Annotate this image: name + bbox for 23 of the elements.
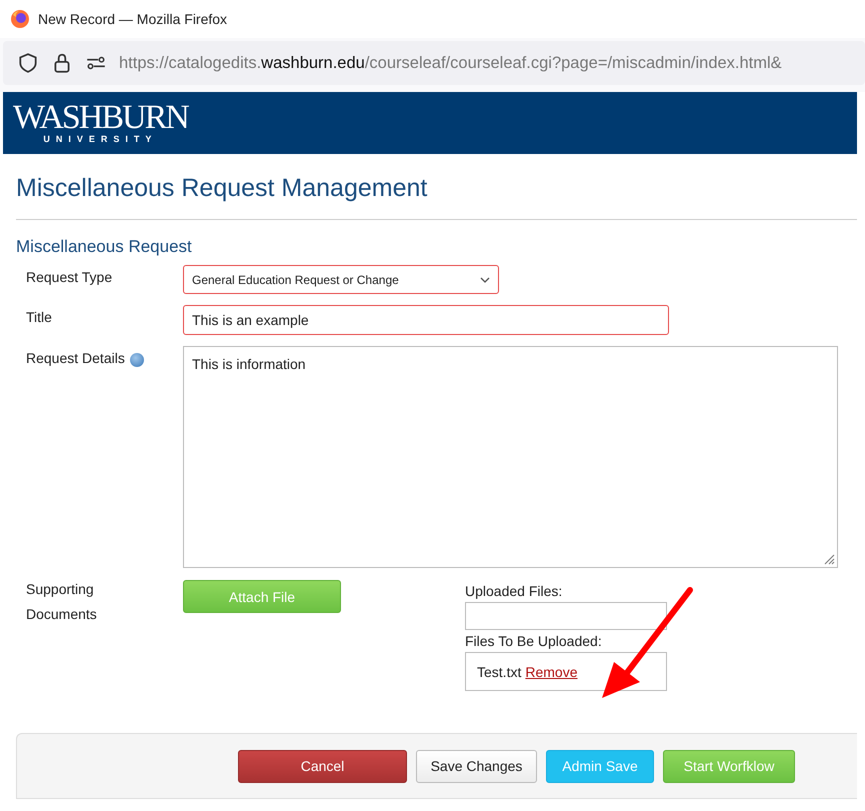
action-button[interactable]: Save Changes	[416, 750, 537, 782]
field-label: Title	[26, 309, 52, 325]
section-title: Miscellaneous Request	[16, 237, 193, 257]
field-label: Supporting Documents	[26, 580, 98, 624]
file-name: Test.txt	[477, 664, 522, 680]
page-title: Miscellaneous Request Management	[16, 154, 857, 220]
action-button[interactable]: Cancel	[238, 750, 407, 782]
title-input[interactable]: This is an example	[183, 305, 669, 335]
field-label: Request Details	[26, 350, 125, 366]
logo-name[interactable]: WASHBURN	[13, 102, 188, 134]
uploaded-files-label: Uploaded Files:	[465, 583, 564, 599]
dropdown[interactable]: General Education Request or Change	[183, 265, 499, 294]
caret-icon	[480, 276, 490, 282]
details-textarea[interactable]: This is information	[183, 346, 838, 568]
remove-link[interactable]: Remove	[525, 664, 578, 680]
help-icon[interactable]	[130, 353, 144, 367]
files-to-upload-label: Files To Be Uploaded:	[465, 633, 603, 649]
shield-icon[interactable]	[17, 52, 39, 74]
window-title: New Record — Mozilla Firefox	[38, 11, 228, 27]
logo-subtitle[interactable]: UNIVERSITY	[43, 134, 158, 144]
resize-grip-icon[interactable]	[823, 553, 835, 565]
field-label: Request Type	[26, 269, 112, 285]
browser-logo-icon	[10, 9, 30, 29]
